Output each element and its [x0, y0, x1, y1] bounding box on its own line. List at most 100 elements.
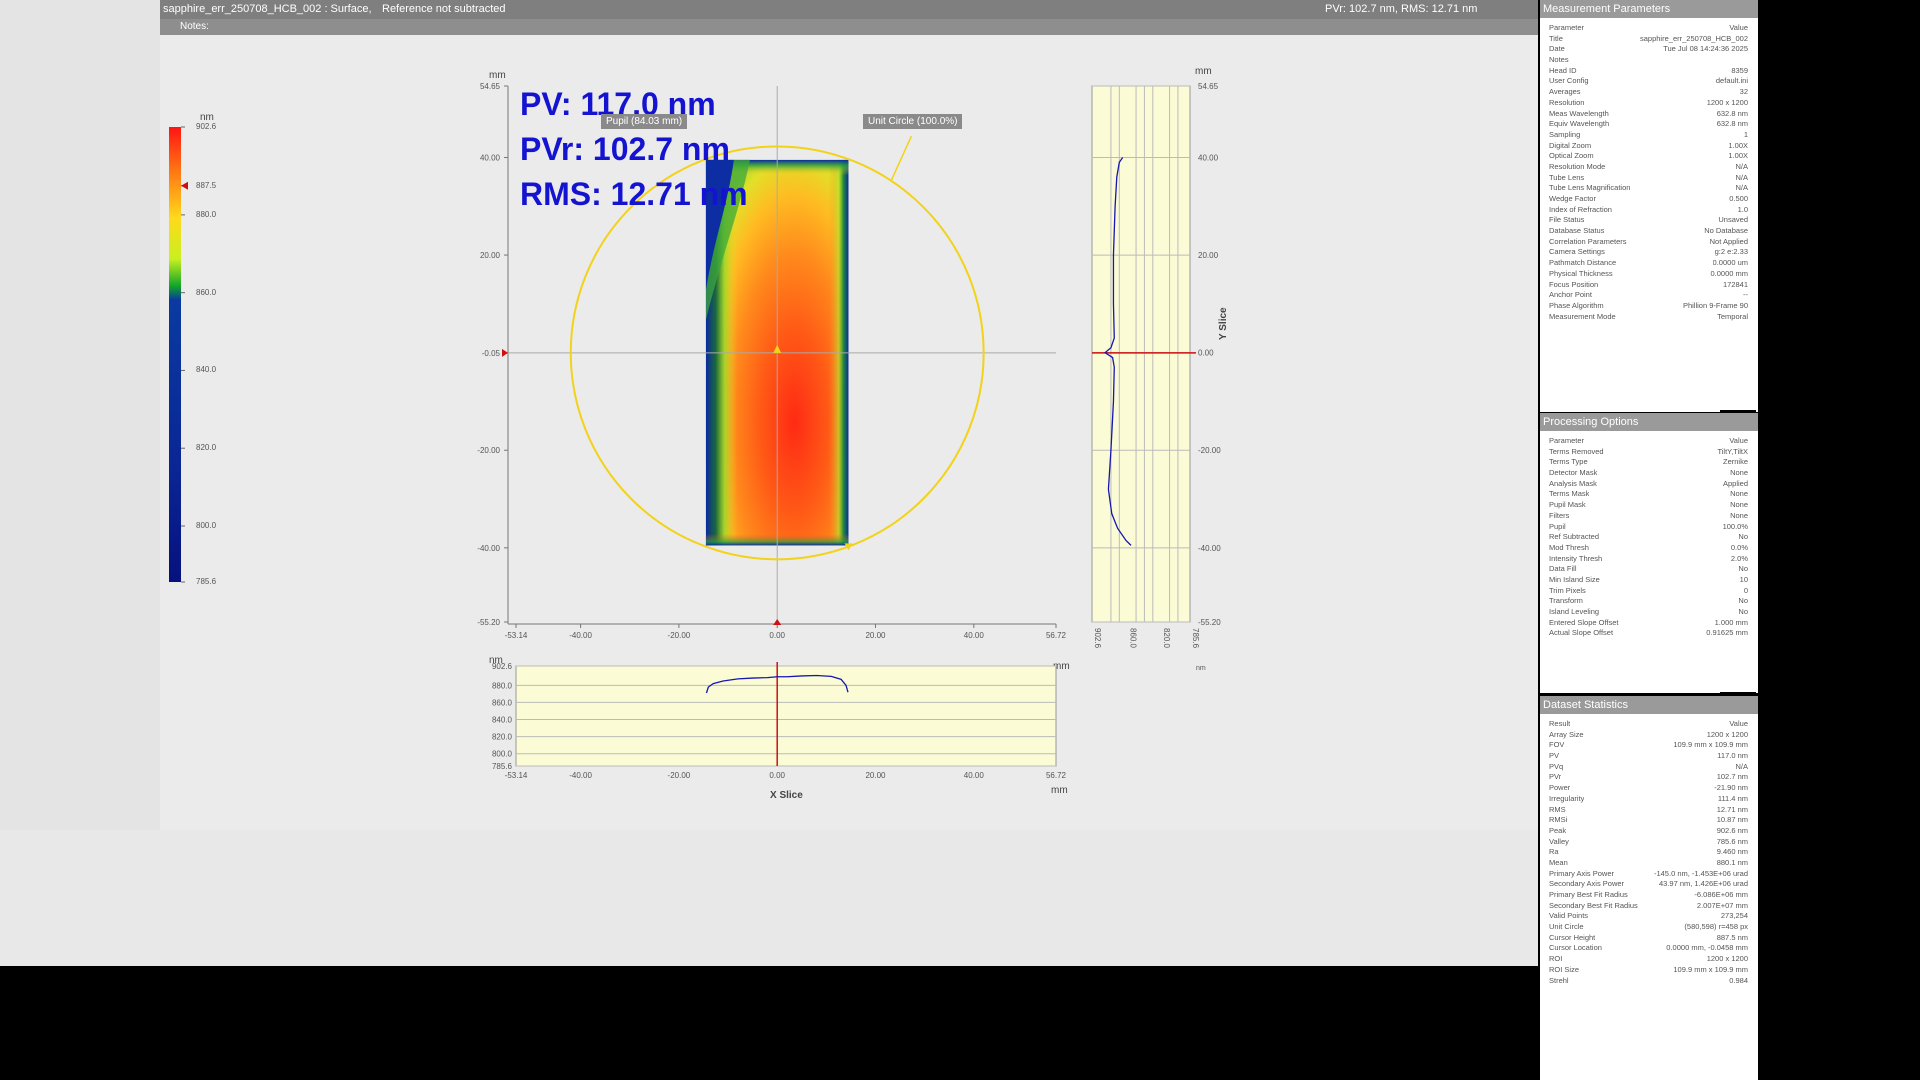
row-value: 117.0 nm [1717, 751, 1748, 761]
colorbar-tick-label: 887.5 [196, 180, 217, 190]
row-label: Data Fill [1549, 564, 1577, 574]
row-label: Detector Mask [1549, 468, 1598, 478]
row-value: g:2 e:2.33 [1714, 247, 1748, 257]
row-value: No [1738, 596, 1748, 606]
table-row: Camera Settings g:2 e:2.33 [1540, 247, 1758, 258]
table-row: Pupil 100.0% [1540, 522, 1758, 533]
measurement-parameters-table: Parameter Value Title sapphire_err_250708… [1540, 18, 1758, 322]
row-label: Actual Slope Offset [1549, 628, 1614, 638]
map-x-tick-label: -53.14 [505, 631, 528, 640]
row-value: default.ini [1715, 76, 1748, 86]
row-label: Secondary Axis Power [1549, 879, 1625, 889]
table-row: User Config default.ini [1540, 76, 1758, 87]
row-value: 1200 x 1200 [1706, 97, 1748, 107]
row-label: Head ID [1549, 65, 1577, 75]
row-label: Pupil Mask [1549, 500, 1586, 510]
measurement-parameters-title: Measurement Parameters [1540, 0, 1758, 18]
row-label: Filters [1549, 510, 1570, 520]
row-label: Title [1549, 33, 1563, 43]
table-row: Array Size 1200 x 1200 [1540, 730, 1758, 741]
table-row: Head ID 8359 [1540, 66, 1758, 77]
row-value: 1200 x 1200 [1706, 729, 1748, 739]
table-row: Focus Position 172841 [1540, 280, 1758, 291]
row-value: 1.00X [1728, 151, 1748, 161]
x-slice-y-tick-label: 840.0 [492, 716, 513, 725]
row-label: Tube Lens Magnification [1549, 183, 1631, 193]
row-label: Correlation Parameters [1549, 236, 1627, 246]
table-row: PVq N/A [1540, 762, 1758, 773]
processing-options-panel: Processing Options Parameter Value Terms… [1540, 413, 1758, 693]
row-label: Primary Axis Power [1549, 868, 1615, 878]
x-slice-label: X Slice [770, 790, 803, 801]
row-value: 1.0 [1737, 204, 1748, 214]
table-row: Anchor Point -- [1540, 290, 1758, 301]
row-value: TiltY,TiltX [1717, 446, 1748, 456]
row-value: 102.7 nm [1716, 772, 1748, 782]
unit-circle-tag[interactable]: Unit Circle (100.0%) [863, 114, 963, 129]
row-label: Resolution Mode [1549, 161, 1606, 171]
row-label: Physical Thickness [1549, 268, 1613, 278]
row-label: Cursor Location [1549, 943, 1602, 953]
left-gutter [0, 0, 161, 830]
table-row: Correlation Parameters Not Applied [1540, 237, 1758, 248]
table-row: Min Island Size 10 [1540, 575, 1758, 586]
table-row: Power -21.90 nm [1540, 783, 1758, 794]
x-cursor-marker[interactable] [773, 619, 782, 625]
table-row: Sampling 1 [1540, 130, 1758, 141]
row-value: 100.0% [1722, 521, 1748, 531]
map-y-tick-label: -0.05 [482, 349, 501, 358]
colorbar-tick-label: 840.0 [196, 365, 217, 375]
pupil-tag[interactable]: Pupil (84.03 mm) [601, 114, 688, 129]
table-row: Actual Slope Offset 0.91625 mm [1540, 628, 1758, 639]
table-row: Detector Mask None [1540, 468, 1758, 479]
row-value: 0.0000 mm [1710, 268, 1748, 278]
row-value: 0.500 [1729, 194, 1748, 203]
table-row: Trim Pixels 0 [1540, 586, 1758, 597]
x-slice-y-tick-label: 860.0 [492, 698, 513, 707]
notes-bar: Notes: [160, 19, 1538, 35]
table-row: Tube Lens Magnification N/A [1540, 183, 1758, 194]
row-value: Unsaved [1718, 215, 1748, 225]
table-row: Peak 902.6 nm [1540, 826, 1758, 837]
y-cursor-marker[interactable] [502, 348, 508, 357]
row-value: No [1738, 532, 1748, 542]
row-value: 1.00X [1728, 140, 1748, 150]
x-slice-y-tick-label: 800.0 [492, 750, 513, 759]
row-label: Island Leveling [1549, 607, 1600, 616]
row-value: 785.6 nm [1716, 836, 1748, 846]
table-row: Measurement Mode Temporal [1540, 312, 1758, 323]
row-label: Pupil [1549, 521, 1566, 531]
row-label: Transform [1549, 596, 1583, 606]
row-label: Camera Settings [1549, 247, 1605, 257]
row-value: 10.87 nm [1716, 815, 1748, 825]
table-header: Parameter Value [1540, 23, 1758, 34]
table-row: ROI 1200 x 1200 [1540, 954, 1758, 965]
row-value: 1.000 mm [1714, 617, 1748, 627]
y-slice-plot[interactable]: 54.65 40.00 20.00 0.00 -20.00 -40.00 -55.20 902… [1080, 80, 1230, 660]
row-label: Notes [1549, 55, 1569, 65]
row-value: 2.007E+07 mm [1696, 900, 1748, 910]
table-row: Notes [1540, 55, 1758, 66]
dataset-statistics-title: Dataset Statistics [1540, 696, 1758, 714]
table-row: Unit Circle (580,598) r=458 px [1540, 922, 1758, 933]
table-row: Wedge Factor 0.500 [1540, 194, 1758, 205]
x-slice-plot[interactable]: 902.6 880.0 860.0 840.0 820.0 800.0 785.6-53.1… [470, 660, 1070, 780]
row-label: Resolution [1549, 97, 1585, 107]
dataset-statistics-table: Result Value Array Size 1200 x 1200 FOV 109… [1540, 714, 1758, 986]
row-value: N/A [1735, 172, 1748, 182]
map-x-tick-label: -40.00 [569, 631, 592, 640]
pvr-stat: PVr: 102.7 nm [520, 131, 730, 167]
row-value: No Database [1704, 226, 1748, 236]
table-row: Primary Best Fit Radius -6.086E+06 mm [1540, 890, 1758, 901]
y-slice-x-tick-label: 860.0 [1129, 628, 1138, 649]
colorbar-tick-label: 880.0 [196, 209, 217, 219]
row-value: N/A [1735, 183, 1748, 193]
processing-options-table: Parameter Value Terms Removed TiltY,TiltX… [1540, 431, 1758, 639]
table-row: Equiv Wavelength 632.8 nm [1540, 119, 1758, 130]
y-slice-y-tick-label: -55.20 [1198, 618, 1221, 627]
row-value: 8359 [1731, 65, 1748, 75]
y-slice-x-tick-label: 902.6 [1093, 628, 1102, 649]
row-label: Intensity Thresh [1549, 553, 1603, 563]
row-value: Zernike [1722, 457, 1748, 467]
row-label: Mean [1549, 857, 1568, 867]
